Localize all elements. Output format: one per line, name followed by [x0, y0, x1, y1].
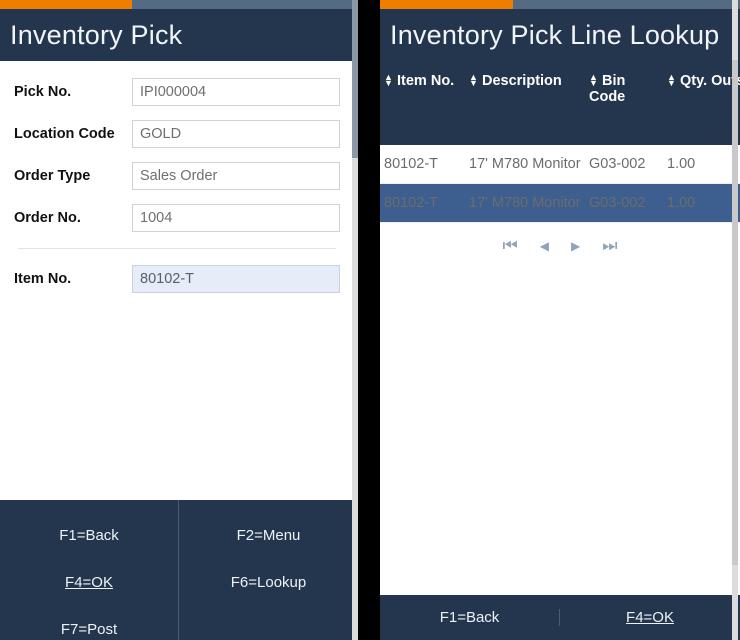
table-header-row: ▲ ▼ Item No. ▲ ▼ Description ▲ ▼ Bin Code ▲ ▼ Qt… — [380, 61, 740, 145]
column-header-qty-outstanding[interactable]: ▲▼Qty. Outstanding — [663, 61, 740, 145]
fkey-f7-post[interactable]: F7=Post — [61, 606, 117, 640]
inventory-pick-line-lookup-panel: Inventory Pick Line Lookup ▲ ▼ Item No. ▲ ▼… — [380, 0, 740, 640]
column-header-item-no[interactable]: ▲ ▼ Item No. — [380, 61, 465, 145]
left-fkey-column-primary: F1=Back F4=OK F7=Post — [0, 500, 179, 640]
last-page-icon[interactable]: ⏭ — [602, 237, 617, 254]
label-pick-no: Pick No. — [14, 84, 72, 100]
right-scrollbar-thumb[interactable] — [732, 60, 738, 565]
column-header-label: Qty. Outstanding — [680, 73, 740, 89]
table-body: 80102-T 17' M780 Monitor G03-002 1.00 80… — [380, 145, 740, 223]
table-pagination: ⏮ ◀ ▶ ⏭ — [380, 223, 740, 254]
first-page-icon[interactable]: ⏮ — [502, 237, 517, 254]
pick-no-input[interactable] — [132, 78, 340, 106]
previous-page-icon[interactable]: ◀ — [540, 240, 549, 252]
sort-icon: ▲ ▼ — [667, 72, 676, 88]
form-row-pick-no: Pick No. — [14, 71, 340, 113]
cell-description: 17' M780 Monitor — [465, 183, 585, 223]
page-title: Inventory Pick — [10, 19, 183, 50]
lookup-page-title: Inventory Pick Line Lookup — [390, 19, 720, 50]
cell-qty-outstanding: 1.00 — [663, 183, 740, 223]
left-progress-fill — [0, 0, 133, 9]
table-header: ▲ ▼ Item No. ▲ ▼ Description ▲ ▼ Bin Code ▲ ▼ Qt… — [380, 61, 740, 145]
panel-gap — [358, 0, 380, 640]
sort-icon: ▲ ▼ — [384, 72, 393, 88]
form-row-location-code: Location Code — [14, 113, 340, 155]
form-row-order-no: Order No. — [14, 197, 340, 239]
cell-qty-outstanding: 1.00 — [663, 145, 740, 184]
column-header-description[interactable]: ▲ ▼ Description — [465, 61, 585, 145]
lookup-fkey-f1-back[interactable]: F1=Back — [380, 609, 560, 626]
app-screen: Inventory Pick Pick No. Location Code Or… — [0, 0, 740, 640]
fkey-f2-menu[interactable]: F2=Menu — [237, 512, 301, 559]
order-no-input[interactable] — [132, 204, 340, 232]
label-item-no: Item No. — [14, 271, 72, 287]
fkey-f4-ok[interactable]: F4=OK — [65, 559, 113, 606]
cell-bin-code: G03-002 — [585, 145, 663, 184]
left-progress-track — [0, 0, 358, 9]
left-fkey-column-secondary: F2=Menu F6=Lookup — [179, 500, 358, 640]
right-title-bar: Inventory Pick Line Lookup — [380, 9, 740, 61]
label-order-no: Order No. — [14, 210, 81, 226]
sort-icon: ▲ ▼ — [469, 72, 478, 88]
right-progress-track — [380, 0, 740, 9]
form-row-item-no: Item No. — [14, 258, 340, 300]
order-type-input[interactable] — [132, 162, 340, 190]
fkey-f6-lookup[interactable]: F6=Lookup — [231, 559, 306, 606]
left-title-bar: Inventory Pick — [0, 9, 358, 61]
inventory-pick-form: Pick No. Location Code Order Type Order … — [0, 61, 358, 500]
column-header-label: Item No. — [397, 73, 455, 89]
sort-icon: ▲ ▼ — [589, 72, 598, 88]
inventory-pick-panel: Inventory Pick Pick No. Location Code Or… — [0, 0, 358, 640]
fkey-f1-back[interactable]: F1=Back — [59, 512, 119, 559]
column-header-bin-code[interactable]: ▲ ▼ Bin Code — [585, 61, 663, 145]
form-section-divider — [18, 248, 336, 249]
cell-bin-code: G03-002 — [585, 183, 663, 223]
location-code-input[interactable] — [132, 120, 340, 148]
lookup-fkey-f4-ok[interactable]: F4=OK — [560, 609, 740, 626]
table-row[interactable]: 80102-T 17' M780 Monitor G03-002 1.00 — [380, 145, 740, 184]
inventory-pick-line-table: ▲ ▼ Item No. ▲ ▼ Description ▲ ▼ Bin Code ▲ ▼ Qt… — [380, 61, 740, 223]
right-progress-fill — [380, 0, 514, 9]
table-row[interactable]: 80102-T 17' M780 Monitor G03-002 1.00 — [380, 183, 740, 223]
form-row-order-type: Order Type — [14, 155, 340, 197]
column-header-label: Description — [482, 73, 562, 89]
item-no-input[interactable] — [132, 265, 340, 293]
next-page-icon[interactable]: ▶ — [571, 240, 580, 252]
right-panel-scrollbar[interactable] — [732, 0, 738, 640]
label-order-type: Order Type — [14, 168, 91, 184]
lookup-table-container: ▲ ▼ Item No. ▲ ▼ Description ▲ ▼ Bin Code ▲ ▼ Qt… — [380, 61, 740, 595]
left-function-key-bar: F1=Back F4=OK F7=Post F2=Menu F6=Lookup — [0, 500, 358, 640]
label-location-code: Location Code — [14, 126, 115, 142]
right-function-key-bar: F1=Back F4=OK — [380, 595, 740, 640]
cell-item-no: 80102-T — [380, 183, 465, 223]
cell-item-no: 80102-T — [380, 145, 465, 184]
cell-description: 17' M780 Monitor — [465, 145, 585, 184]
